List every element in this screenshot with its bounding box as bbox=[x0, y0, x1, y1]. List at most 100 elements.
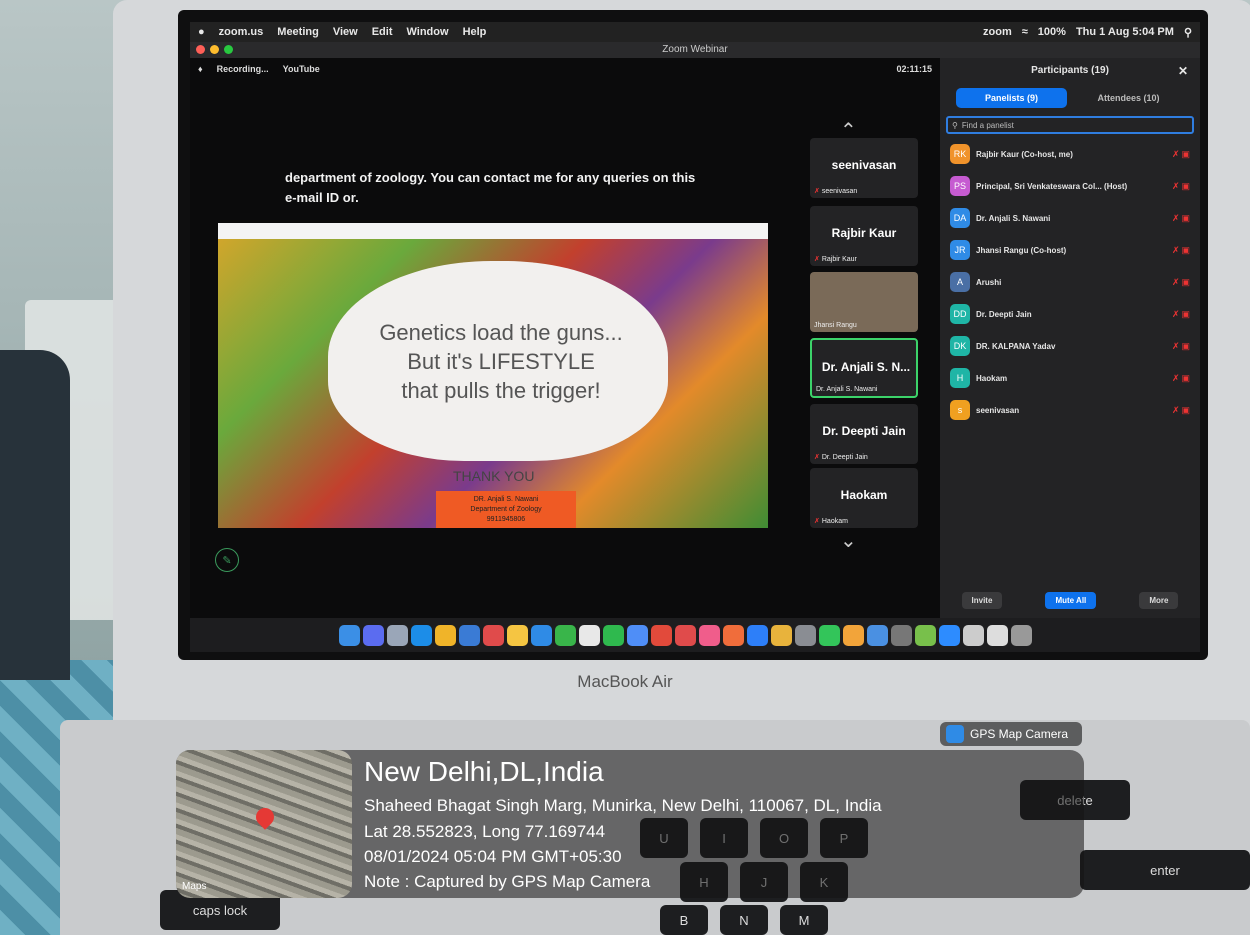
more-button[interactable]: More bbox=[1139, 591, 1179, 609]
dock-app-icon[interactable] bbox=[770, 624, 792, 646]
photo-scene: MacBook Air delete enter caps lock U I O… bbox=[0, 0, 1250, 935]
tile-sub: Dr. Deepti Jain bbox=[821, 454, 868, 461]
muted-mic-icon[interactable]: ✗▣ bbox=[1172, 277, 1192, 288]
participant-row[interactable]: H Haokam ✗▣ bbox=[940, 362, 1200, 394]
tab-panelists[interactable]: Panelists (9) bbox=[956, 88, 1067, 108]
video-tile[interactable]: Haokam ✗ Haokam bbox=[810, 468, 918, 528]
muted-mic-icon[interactable]: ✗▣ bbox=[1172, 181, 1192, 192]
annotate-pencil-icon[interactable]: ✎ bbox=[215, 548, 239, 572]
dock-app-icon[interactable] bbox=[842, 624, 864, 646]
menu-app[interactable]: zoom.us bbox=[219, 26, 264, 38]
recording-indicator[interactable]: Recording... bbox=[217, 64, 269, 74]
participant-row[interactable]: A Arushi ✗▣ bbox=[940, 266, 1200, 298]
dock-app-icon[interactable] bbox=[1010, 624, 1032, 646]
dock-app-icon[interactable] bbox=[410, 624, 432, 646]
avatar: JR bbox=[950, 240, 970, 260]
participant-row[interactable]: DD Dr. Deepti Jain ✗▣ bbox=[940, 298, 1200, 330]
key[interactable]: B bbox=[660, 905, 708, 935]
dock-app-icon[interactable] bbox=[650, 624, 672, 646]
panelist-search-input[interactable]: ⚲ Find a panelist bbox=[946, 116, 1194, 134]
muted-mic-icon[interactable]: ✗▣ bbox=[1172, 373, 1192, 384]
zoom-status-icon[interactable]: zoom bbox=[983, 26, 1012, 39]
menu-meeting[interactable]: Meeting bbox=[277, 26, 319, 38]
dock-app-icon[interactable] bbox=[938, 624, 960, 646]
dock-app-icon[interactable] bbox=[818, 624, 840, 646]
muted-mic-icon[interactable]: ✗▣ bbox=[1172, 213, 1192, 224]
video-tile[interactable]: Dr. Deepti Jain ✗ Dr. Deepti Jain bbox=[810, 404, 918, 464]
video-tile-camera[interactable]: Jhansi Rangu bbox=[810, 272, 918, 332]
battery-label[interactable]: 100% bbox=[1038, 26, 1066, 39]
clock[interactable]: Thu 1 Aug 5:04 PM bbox=[1076, 26, 1174, 39]
sign-line: Department of Zoology bbox=[470, 506, 542, 513]
shield-icon[interactable]: ♦ bbox=[198, 64, 203, 74]
participant-row[interactable]: RK Rajbir Kaur (Co-host, me) ✗▣ bbox=[940, 138, 1200, 170]
search-icon: ⚲ bbox=[952, 120, 958, 130]
dock-app-icon[interactable] bbox=[746, 624, 768, 646]
participant-row[interactable]: DK DR. KALPANA Yadav ✗▣ bbox=[940, 330, 1200, 362]
dock-app-icon[interactable] bbox=[506, 624, 528, 646]
background-bag bbox=[0, 350, 70, 680]
dock-app-icon[interactable] bbox=[458, 624, 480, 646]
key-enter[interactable]: enter bbox=[1080, 850, 1250, 890]
mute-all-button[interactable]: Mute All bbox=[1045, 591, 1097, 609]
wifi-icon[interactable]: ≈ bbox=[1022, 26, 1028, 39]
minimize-window-button[interactable] bbox=[210, 45, 219, 54]
dock-app-icon[interactable] bbox=[674, 624, 696, 646]
muted-mic-icon: ✗ bbox=[814, 188, 820, 195]
muted-mic-icon[interactable]: ✗▣ bbox=[1172, 341, 1192, 352]
key[interactable]: M bbox=[780, 905, 828, 935]
muted-mic-icon[interactable]: ✗▣ bbox=[1172, 309, 1192, 320]
video-tile-active-speaker[interactable]: Dr. Anjali S. N... Dr. Anjali S. Nawani bbox=[810, 338, 918, 398]
menu-edit[interactable]: Edit bbox=[372, 26, 393, 38]
slide-top-bar bbox=[218, 223, 768, 239]
dock-app-icon[interactable] bbox=[554, 624, 576, 646]
dock-app-icon[interactable] bbox=[386, 624, 408, 646]
apple-icon[interactable]: ● bbox=[198, 26, 205, 38]
mac-dock bbox=[230, 620, 1140, 650]
dock-app-icon[interactable] bbox=[866, 624, 888, 646]
invite-button[interactable]: Invite bbox=[961, 591, 1003, 609]
dock-app-icon[interactable] bbox=[602, 624, 624, 646]
dock-app-icon[interactable] bbox=[962, 624, 984, 646]
participant-row[interactable]: s seenivasan ✗▣ bbox=[940, 394, 1200, 426]
youtube-label[interactable]: YouTube bbox=[283, 64, 320, 74]
dock-app-icon[interactable] bbox=[434, 624, 456, 646]
muted-mic-icon[interactable]: ✗▣ bbox=[1172, 149, 1192, 160]
close-window-button[interactable] bbox=[196, 45, 205, 54]
gps-camera-logo-icon bbox=[946, 725, 964, 743]
menu-help[interactable]: Help bbox=[463, 26, 487, 38]
dock-app-icon[interactable] bbox=[482, 624, 504, 646]
close-icon[interactable]: ✕ bbox=[1178, 58, 1188, 84]
participants-footer: Invite Mute All More bbox=[940, 582, 1200, 618]
dock-app-icon[interactable] bbox=[890, 624, 912, 646]
gallery-down-chevron-icon[interactable]: ⌄ bbox=[840, 528, 857, 553]
zoom-window-button[interactable] bbox=[224, 45, 233, 54]
tile-name: seenivasan bbox=[831, 158, 897, 172]
dock-app-icon[interactable] bbox=[338, 624, 360, 646]
participant-list: RK Rajbir Kaur (Co-host, me) ✗▣ PS Principal… bbox=[940, 138, 1200, 426]
muted-mic-icon[interactable]: ✗▣ bbox=[1172, 405, 1192, 416]
dock-app-icon[interactable] bbox=[914, 624, 936, 646]
tab-attendees[interactable]: Attendees (10) bbox=[1073, 88, 1184, 108]
muted-mic-icon: ✗ bbox=[814, 256, 820, 263]
dock-app-icon[interactable] bbox=[578, 624, 600, 646]
menu-view[interactable]: View bbox=[333, 26, 358, 38]
search-icon[interactable]: ⚲ bbox=[1184, 26, 1192, 39]
dock-app-icon[interactable] bbox=[698, 624, 720, 646]
dock-app-icon[interactable] bbox=[722, 624, 744, 646]
participants-panel: Participants (19) ✕ Panelists (9) Attend… bbox=[940, 58, 1200, 618]
participant-row[interactable]: JR Jhansi Rangu (Co-host) ✗▣ bbox=[940, 234, 1200, 266]
key[interactable]: N bbox=[720, 905, 768, 935]
muted-mic-icon[interactable]: ✗▣ bbox=[1172, 245, 1192, 256]
dock-app-icon[interactable] bbox=[986, 624, 1008, 646]
dock-app-icon[interactable] bbox=[626, 624, 648, 646]
dock-app-icon[interactable] bbox=[794, 624, 816, 646]
participant-row[interactable]: PS Principal, Sri Venkateswara Col... (Ho… bbox=[940, 170, 1200, 202]
shared-slide: Genetics load the guns... But it's LIFES… bbox=[218, 223, 768, 528]
dock-app-icon[interactable] bbox=[362, 624, 384, 646]
video-tile[interactable]: Rajbir Kaur ✗ Rajbir Kaur bbox=[810, 206, 918, 266]
menu-window[interactable]: Window bbox=[407, 26, 449, 38]
dock-app-icon[interactable] bbox=[530, 624, 552, 646]
video-tile[interactable]: seenivasan ✗ seenivasan bbox=[810, 138, 918, 198]
participant-row[interactable]: DA Dr. Anjali S. Nawani ✗▣ bbox=[940, 202, 1200, 234]
